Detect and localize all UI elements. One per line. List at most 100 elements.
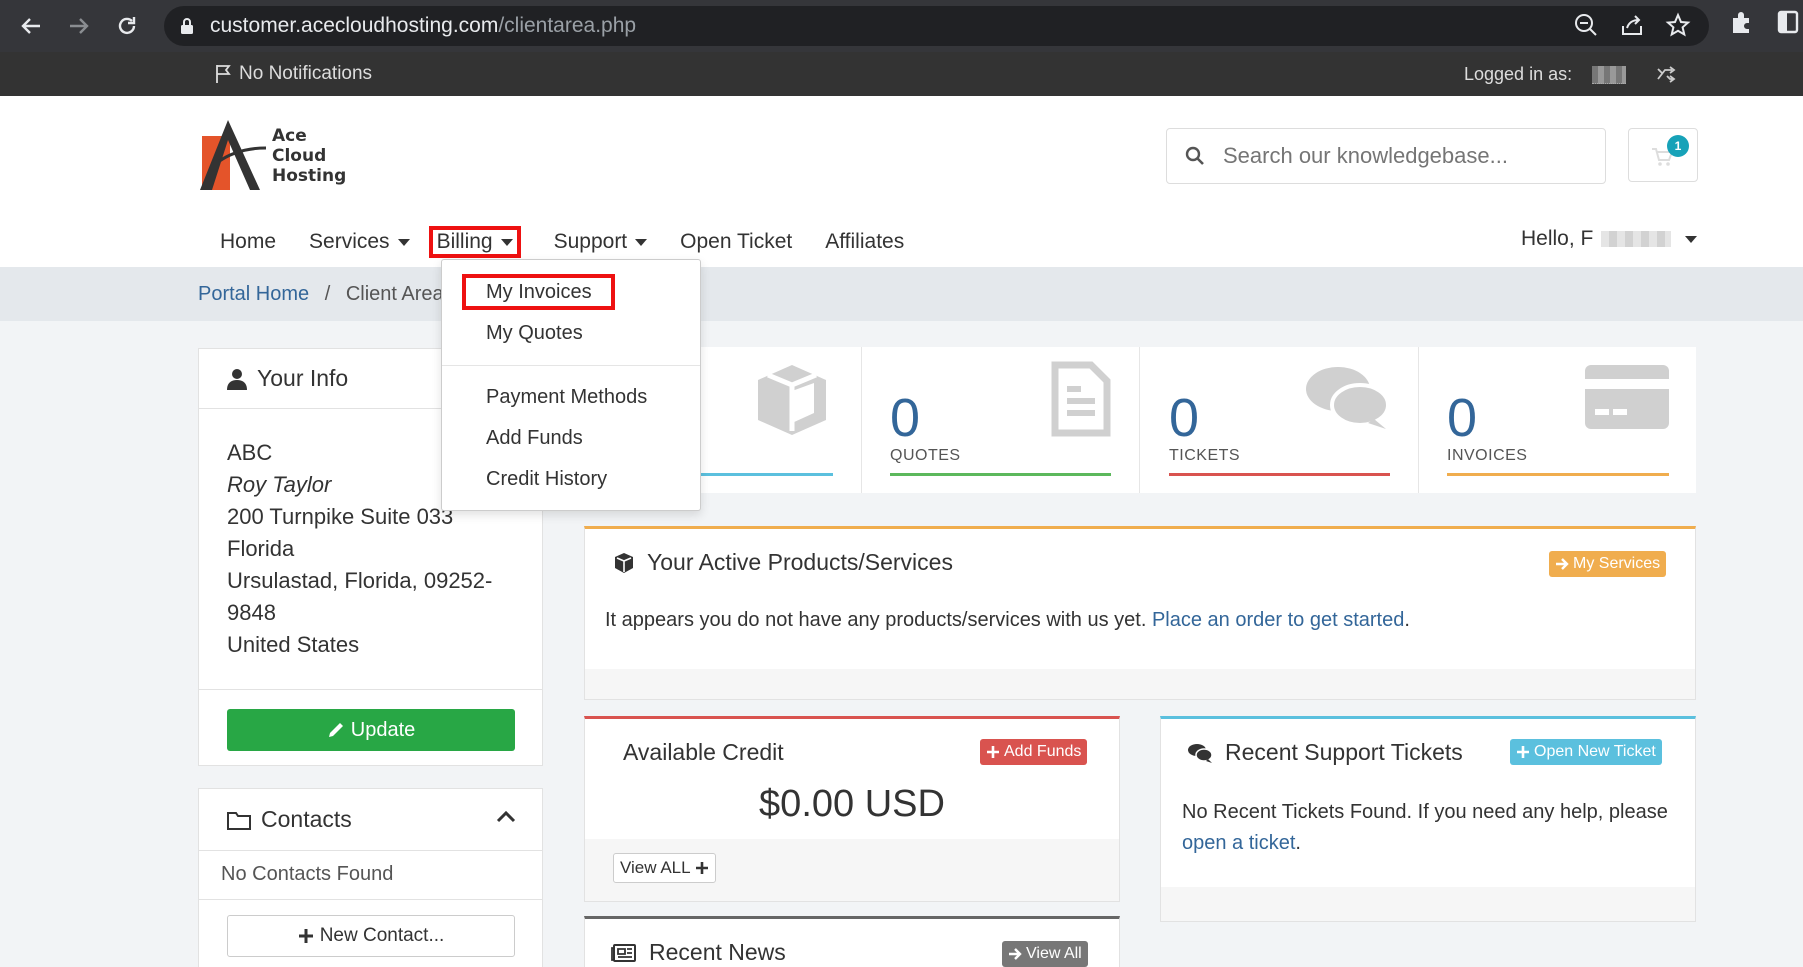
- active-services-panel: Your Active Products/Services My Service…: [584, 526, 1696, 700]
- url-host: customer.acecloudhosting.com: [210, 14, 499, 37]
- nav-support-label: Support: [553, 230, 628, 253]
- window-icon[interactable]: [1777, 9, 1799, 35]
- available-credit-panel: Available Credit Add Funds $0.00 USD Vie…: [584, 716, 1120, 902]
- period: .: [1295, 832, 1301, 854]
- knowledgebase-search[interactable]: [1166, 128, 1606, 184]
- breadcrumb-separator: /: [324, 283, 331, 305]
- chevron-down-icon: [1685, 235, 1698, 243]
- main-nav: Home Services Billing Support Open Ticke…: [220, 226, 937, 258]
- chevron-up-icon[interactable]: [496, 809, 516, 823]
- nav-billing[interactable]: Billing: [428, 226, 521, 258]
- notifications-link[interactable]: No Notifications: [215, 63, 372, 85]
- new-contact-label: New Contact...: [319, 925, 445, 946]
- credit-amount: $0.00 USD: [759, 783, 945, 825]
- logo-text-ace: Ace: [272, 126, 307, 146]
- user-menu[interactable]: Hello, F: [1521, 227, 1698, 251]
- period: .: [1404, 609, 1410, 631]
- menu-item-my-invoices[interactable]: My Invoices: [486, 281, 592, 304]
- nav-open-ticket[interactable]: Open Ticket: [680, 230, 792, 254]
- menu-item-credit-history[interactable]: Credit History: [486, 468, 607, 491]
- recent-tickets-title: Recent Support Tickets: [1225, 739, 1463, 765]
- reload-icon[interactable]: [110, 9, 144, 43]
- no-services-text: It appears you do not have any products/…: [605, 609, 1147, 631]
- nav-billing-label: Billing: [436, 230, 493, 253]
- comments-icon: [1187, 743, 1213, 763]
- place-order-link[interactable]: Place an order to get started: [1152, 609, 1404, 631]
- star-icon[interactable]: [1665, 12, 1691, 38]
- available-credit-title: Available Credit: [623, 739, 784, 765]
- breadcrumb: Portal Home / Client Area: [0, 267, 1803, 321]
- logo[interactable]: Ace Cloud Hosting: [198, 120, 346, 192]
- menu-item-add-funds[interactable]: Add Funds: [486, 427, 583, 450]
- info-zip: 9848: [227, 600, 276, 625]
- extensions-icon[interactable]: [1729, 9, 1755, 35]
- nav-support[interactable]: Support: [554, 230, 648, 254]
- panel-footer: [585, 669, 1695, 699]
- billing-dropdown-menu: My Invoices My Quotes Payment Methods Ad…: [441, 259, 701, 511]
- stat-invoices-label: INVOICES: [1447, 447, 1528, 464]
- open-new-ticket-button[interactable]: Open New Ticket: [1510, 739, 1662, 765]
- chevron-down-icon: [397, 238, 410, 246]
- view-all-label: View ALL: [620, 858, 691, 877]
- menu-item-my-quotes[interactable]: My Quotes: [486, 322, 583, 345]
- breadcrumb-portal-home[interactable]: Portal Home: [198, 283, 309, 305]
- chevron-down-icon: [635, 238, 648, 246]
- search-input[interactable]: [1223, 143, 1583, 169]
- open-new-ticket-label: Open New Ticket: [1534, 743, 1656, 760]
- pencil-icon: [327, 721, 345, 739]
- stat-invoices[interactable]: 0 INVOICES: [1419, 347, 1697, 493]
- nav-affiliates[interactable]: Affiliates: [825, 230, 904, 254]
- logged-in-user[interactable]: [1592, 66, 1626, 84]
- nav-home[interactable]: Home: [220, 230, 276, 254]
- new-contact-button[interactable]: New Contact...: [227, 915, 515, 957]
- stat-bar: [1447, 473, 1669, 476]
- logo-text-cloud: Cloud: [272, 146, 327, 166]
- logged-in-label: Logged in as:: [1464, 64, 1573, 84]
- info-address2: Florida: [227, 536, 295, 561]
- forward-icon[interactable]: [62, 9, 96, 43]
- open-ticket-link[interactable]: open a ticket: [1182, 832, 1295, 854]
- cube-icon: [753, 361, 831, 439]
- plus-icon: [298, 928, 314, 944]
- update-label: Update: [350, 718, 416, 741]
- zoom-icon[interactable]: [1573, 12, 1599, 38]
- credit-card-icon: [1585, 365, 1669, 429]
- cart-button[interactable]: 1: [1628, 128, 1698, 182]
- newspaper-icon: [611, 943, 637, 963]
- stat-tickets-value: 0: [1169, 388, 1200, 448]
- recent-tickets-panel: Recent Support Tickets Open New Ticket N…: [1160, 716, 1696, 922]
- stat-quotes-label: QUOTES: [890, 447, 961, 464]
- back-icon[interactable]: [14, 9, 48, 43]
- share-icon[interactable]: [1619, 12, 1645, 38]
- my-services-button[interactable]: My Services: [1549, 551, 1667, 577]
- info-country: United States: [227, 632, 360, 657]
- update-button[interactable]: Update: [227, 709, 515, 751]
- notifications-label: No Notifications: [239, 63, 373, 84]
- lock-icon: [180, 17, 194, 35]
- contacts-title: Contacts: [261, 806, 352, 832]
- divider: [199, 899, 542, 900]
- menu-item-payment-methods[interactable]: Payment Methods: [486, 386, 647, 409]
- address-bar[interactable]: customer.acecloudhosting.com/clientarea.…: [164, 6, 1709, 46]
- document-icon: [1051, 361, 1111, 437]
- stat-quotes-value: 0: [890, 388, 921, 448]
- stat-bar: [890, 473, 1111, 476]
- shuffle-icon[interactable]: [1656, 64, 1678, 84]
- no-tickets-text: No Recent Tickets Found. If you need any…: [1182, 801, 1668, 823]
- plus-icon: [695, 861, 709, 875]
- view-all-news-button[interactable]: View All: [1002, 941, 1088, 967]
- add-funds-button[interactable]: Add Funds: [980, 739, 1088, 765]
- hello-label: Hello, F: [1521, 227, 1594, 250]
- stat-bar: [1169, 473, 1390, 476]
- info-city-line: Ursulastad, Florida, 09252-: [227, 568, 493, 593]
- recent-news-title: Recent News: [649, 939, 786, 965]
- user-name-redacted: [1601, 231, 1672, 247]
- view-all-credit-button[interactable]: View ALL: [613, 853, 716, 883]
- chevron-down-icon: [500, 238, 513, 246]
- stat-quotes[interactable]: 0 QUOTES: [862, 347, 1140, 493]
- folder-icon: [227, 810, 251, 830]
- plus-icon: [986, 745, 1000, 759]
- contacts-empty: No Contacts Found: [221, 863, 394, 885]
- stat-tickets[interactable]: 0 TICKETS: [1141, 347, 1419, 493]
- nav-services[interactable]: Services: [309, 230, 410, 254]
